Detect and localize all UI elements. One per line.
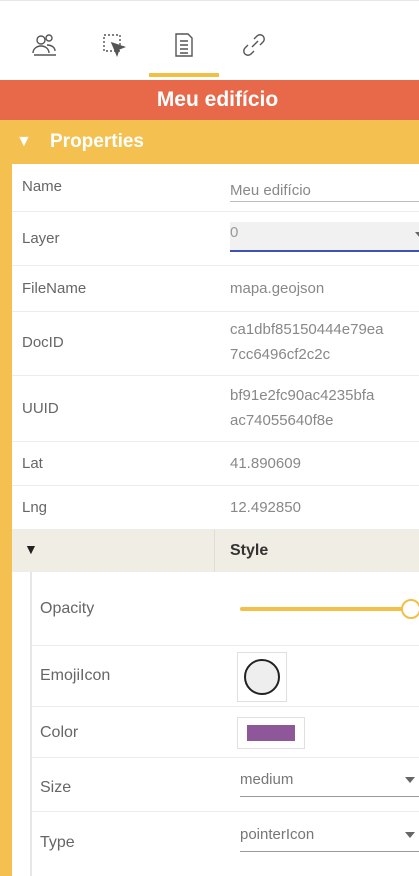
style-section-header[interactable]: ▼ Style <box>12 530 419 572</box>
property-value: 12.492850 <box>230 499 301 516</box>
layer-select[interactable]: 0 <box>230 222 419 252</box>
property-row-docid: DocID ca1dbf85150444e79ea 7cc6496cf2c2c <box>12 312 419 376</box>
panel-title-text: Meu edifício <box>156 88 279 111</box>
color-picker-button[interactable] <box>237 717 305 749</box>
property-value: 7cc6496cf2c2c <box>230 346 331 363</box>
property-label: Color <box>40 724 79 741</box>
active-tab-indicator <box>149 73 219 77</box>
type-select[interactable]: pointerIcon <box>240 822 419 852</box>
collapse-triangle-icon: ▼ <box>16 133 32 150</box>
style-row-emojiicon: EmojiIcon <box>32 646 419 707</box>
style-row-type: Type pointerIcon <box>32 812 419 876</box>
section-title: Properties <box>50 131 144 152</box>
property-label: DocID <box>22 334 64 351</box>
size-select[interactable]: medium <box>240 767 419 797</box>
chevron-down-icon <box>415 232 419 238</box>
layer-value: 0 <box>230 224 239 241</box>
emoji-picker-button[interactable] <box>237 652 287 702</box>
circle-icon <box>244 659 280 695</box>
users-icon <box>32 34 56 56</box>
collapse-triangle-icon: ▼ <box>24 541 38 557</box>
property-value: ac74055640f8e <box>230 412 334 429</box>
style-row-opacity: Opacity <box>32 572 419 646</box>
properties-section-header[interactable]: ▼ Properties <box>0 120 419 164</box>
property-label: Type <box>40 834 75 851</box>
property-label: Opacity <box>40 600 95 617</box>
opacity-slider-track[interactable] <box>240 607 405 611</box>
name-input[interactable] <box>230 180 419 202</box>
property-label: UUID <box>22 400 59 417</box>
property-label: Name <box>22 178 63 195</box>
property-value: bf91e2fc90ac4235bfa <box>230 387 375 404</box>
property-row-name: Name <box>12 164 419 212</box>
chevron-down-icon <box>405 832 415 838</box>
property-value: 41.890609 <box>230 455 301 472</box>
property-row-uuid: UUID bf91e2fc90ac4235bfa ac74055640f8e <box>12 376 419 442</box>
link-tab-button[interactable] <box>234 25 274 65</box>
property-value: mapa.geojson <box>230 280 325 297</box>
select-tab-button[interactable] <box>94 25 134 65</box>
column-divider <box>214 530 215 572</box>
property-value: ca1dbf85150444e79ea <box>230 321 384 338</box>
properties-tab-button[interactable] <box>164 25 204 65</box>
style-row-size: Size medium <box>32 758 419 812</box>
size-value: medium <box>240 771 294 788</box>
property-label: Lat <box>22 455 43 472</box>
select-cursor-icon <box>103 34 127 57</box>
style-title: Style <box>230 542 269 559</box>
panel-title: Meu edifício <box>0 80 419 120</box>
style-row-color: Color <box>32 707 419 758</box>
color-swatch <box>247 725 295 741</box>
property-label: Size <box>40 779 72 796</box>
property-label: Lng <box>22 499 48 516</box>
property-row-lat: Lat 41.890609 <box>12 442 419 486</box>
toolbar <box>0 0 419 80</box>
property-row-filename: FileName mapa.geojson <box>12 266 419 312</box>
type-value: pointerIcon <box>240 826 315 843</box>
properties-panel: Name Layer 0 FileName mapa.geojson DocID… <box>0 164 419 876</box>
property-label: EmojiIcon <box>40 667 111 684</box>
opacity-slider-handle[interactable] <box>401 599 419 619</box>
users-tab-button[interactable] <box>24 25 64 65</box>
property-row-layer: Layer 0 <box>12 212 419 266</box>
style-panel: Opacity EmojiIcon Color Size medium Type <box>30 572 419 876</box>
property-row-lng: Lng 12.492850 <box>12 486 419 530</box>
chevron-down-icon <box>405 777 415 783</box>
document-list-icon <box>175 33 193 57</box>
property-label: FileName <box>22 280 87 297</box>
link-icon <box>243 34 265 56</box>
property-label: Layer <box>22 230 60 247</box>
